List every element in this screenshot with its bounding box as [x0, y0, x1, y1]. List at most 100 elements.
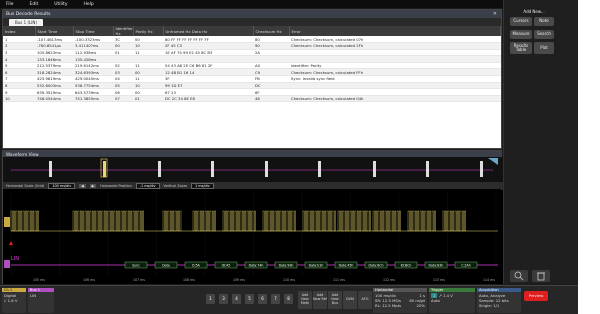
menu-edit[interactable]: Edit — [30, 2, 39, 7]
bus1-badge[interactable]: Bus 1 LIN — [28, 288, 54, 313]
channel-5-button[interactable]: 5 — [245, 294, 254, 304]
trash-icon[interactable] — [532, 270, 550, 282]
table-row[interactable]: 10 746.0544ms 751.3855ms 07 01 DC 2C 34 8E E8… — [3, 95, 501, 103]
channel-1-button[interactable]: 1 — [206, 294, 215, 304]
zoom-tick-label: 105 ms — [33, 278, 45, 282]
table-row[interactable]: 7 425.9819ms 429.0045ms 04 11 3F FB Sync: Inval… — [3, 75, 501, 83]
table-cell: FB — [253, 75, 289, 83]
table-row[interactable]: 5 212.5379ms 219.6142ms 02 11 54 43 A8 2E C6 … — [3, 62, 501, 70]
h-pos-field[interactable]: -1 ms/div — [135, 182, 160, 189]
h-scale-dec-button[interactable]: ◀ — [79, 183, 86, 188]
column-header[interactable]: Start Time — [35, 26, 74, 36]
column-header[interactable]: Stop Time — [73, 26, 114, 36]
plot-button[interactable]: Plot — [534, 42, 554, 54]
column-header[interactable]: Error — [289, 26, 501, 36]
menu-file[interactable]: File — [6, 2, 14, 7]
afg-button[interactable]: AFG — [358, 291, 372, 309]
add-new-math-button[interactable]: Add New Math — [298, 291, 312, 309]
channel-4-button[interactable]: 4 — [232, 294, 241, 304]
preview-button[interactable]: Preview — [524, 291, 548, 301]
bus-packet-label: D:5A — [192, 264, 201, 268]
channel-3-button[interactable]: 3 — [219, 294, 228, 304]
table-cell: 3 — [3, 49, 35, 57]
column-header[interactable]: Identifier Hx — [113, 26, 134, 36]
bus-packet-label: C:2Ah — [461, 264, 471, 268]
menu-help[interactable]: Help — [84, 2, 94, 7]
results-panel-title: Bus Decode Results ✕ — [3, 10, 501, 18]
trigger-badge[interactable]: Trigger 1 ↗ 1.4 V Auto — [429, 288, 475, 313]
column-header[interactable]: Parity Hx — [133, 26, 164, 36]
channel-8-button[interactable]: 8 — [284, 294, 293, 304]
bus1-marker[interactable] — [4, 260, 10, 268]
ch1-badge[interactable]: Ch 1 Digital √ 1.6 V — [2, 288, 26, 313]
table-cell: 3F — [163, 75, 253, 83]
bus-packet-label: ID:A5 — [222, 264, 231, 268]
horizontal-badge[interactable]: Horizontal 100 ms/div 1 s SR: 12.5 MS/s … — [373, 288, 427, 313]
search-button[interactable]: Search — [534, 30, 554, 39]
table-row[interactable]: 8 532.6003ms 536.7754ms 05 10 99 1D E7 DC — [3, 82, 501, 90]
column-header[interactable]: Index — [3, 26, 36, 36]
cursors-button[interactable]: Cursors — [510, 17, 532, 26]
app-window: File Edit Utility Help Bus Decode Result… — [0, 0, 578, 314]
table-cell: 11 — [133, 62, 163, 70]
column-header[interactable]: Checksum Hx — [253, 26, 290, 36]
table-cell: Checksum: Checksum, calculated 2Fh — [289, 42, 501, 50]
dvm-button[interactable]: DVM — [343, 291, 357, 309]
channel-7-button[interactable]: 7 — [271, 294, 280, 304]
add-new-button[interactable]: Add New... — [514, 8, 554, 16]
table-row[interactable]: 3 105.8623ms 112.938ms 01 11 1E AF 74 99 E2 4… — [3, 49, 501, 57]
measure-button[interactable]: Measure — [510, 30, 532, 39]
table-cell: Checksum: Checksum, calculated FFh — [289, 68, 501, 77]
bus-packet-label: ID:BCh — [401, 264, 412, 268]
bus-packet-label: Data:99h — [279, 264, 294, 268]
table-cell: 80 — [253, 36, 289, 44]
trigger-level: 1.4 V — [443, 293, 453, 298]
bus1-title: Bus 1 — [28, 288, 54, 292]
table-cell: 99 1D E7 — [163, 82, 253, 90]
right-sidebar: Add New... Cursors Note Measure Search R… — [503, 0, 578, 284]
decode-table-header: Index Start Time Stop Time Identifier Hx Par… — [3, 26, 501, 36]
table-cell: 5 — [3, 62, 35, 70]
column-header[interactable]: Unframed Hx Data Hx — [163, 26, 254, 36]
add-new-bus-button[interactable]: Add New Bus — [328, 291, 342, 309]
overview-frame-pulse — [49, 161, 52, 177]
v-zoom-label: Vertical Zoom — [163, 183, 188, 188]
close-icon[interactable]: ✕ — [493, 11, 497, 17]
table-row[interactable]: 6 318.2824ms 324.6393ms 03 00 12 4B B1 16 14 C… — [3, 68, 501, 77]
table-cell: 536.7754ms — [73, 82, 113, 90]
channel-6-button[interactable]: 6 — [258, 294, 267, 304]
table-cell: 00 — [133, 68, 163, 77]
bus-packet-label: Data:E2h — [309, 264, 324, 268]
h-scale-inc-button[interactable]: ▶ — [89, 183, 97, 188]
zoom-icon[interactable] — [510, 270, 528, 282]
waveform-canvas[interactable]: 100 ms200 ms300 ms400 ms500 ms600 ms700 … — [3, 157, 503, 284]
bus-packet-label: Data:74h — [249, 264, 264, 268]
tab-bus1-lin[interactable]: Bus 1 (LIN) — [9, 19, 43, 26]
results-table-button[interactable]: Results Table — [510, 42, 532, 54]
table-cell: 2 — [3, 42, 35, 50]
table-row[interactable]: 1 -107.4613ms -100.3323ms 3C 00 80 FF FF FF F… — [3, 36, 501, 44]
table-cell: -760.8541µs — [35, 42, 73, 50]
ch1-title: Ch 1 — [2, 288, 26, 292]
overview-frame-pulse — [265, 161, 268, 177]
table-row[interactable]: 2 -760.8541µs 3.41140?ms 00 10 2F 45 C3 90 Chec… — [3, 42, 501, 50]
add-new-ref-button[interactable]: Add New Ref — [313, 291, 327, 309]
table-row[interactable]: 9 639.3519ms 643.5739ms 06 00 67 23 6F — [3, 88, 501, 96]
menu-utility[interactable]: Utility — [54, 2, 67, 7]
zoom-tick-label: 111 ms — [333, 278, 345, 282]
ch1-marker[interactable] — [4, 217, 10, 227]
v-zoom-field[interactable]: 1 ms/div — [191, 182, 214, 189]
ch1-line-2: √ 1.6 V — [4, 298, 18, 303]
note-button[interactable]: Note — [534, 17, 554, 26]
acquisition-badge[interactable]: Acquisition Auto, Analyze Sample: 12 bit… — [477, 288, 521, 313]
h-scale-field[interactable]: 100 ms/div — [48, 182, 76, 189]
table-cell — [133, 55, 163, 63]
table-cell: 6 — [3, 68, 35, 77]
table-cell: 133.1646ms — [35, 55, 73, 63]
bus-packet-label: Data:45h — [339, 264, 354, 268]
table-row[interactable]: 4 133.1646ms 135.428ms — [3, 55, 501, 63]
bus-packet-label: Data:8Ch — [369, 264, 384, 268]
table-cell: Checksum: Checksum, calculated 07h — [289, 36, 501, 44]
bus-packet-label: Data:B3h — [429, 264, 444, 268]
overview-frame-pulse — [426, 161, 429, 177]
